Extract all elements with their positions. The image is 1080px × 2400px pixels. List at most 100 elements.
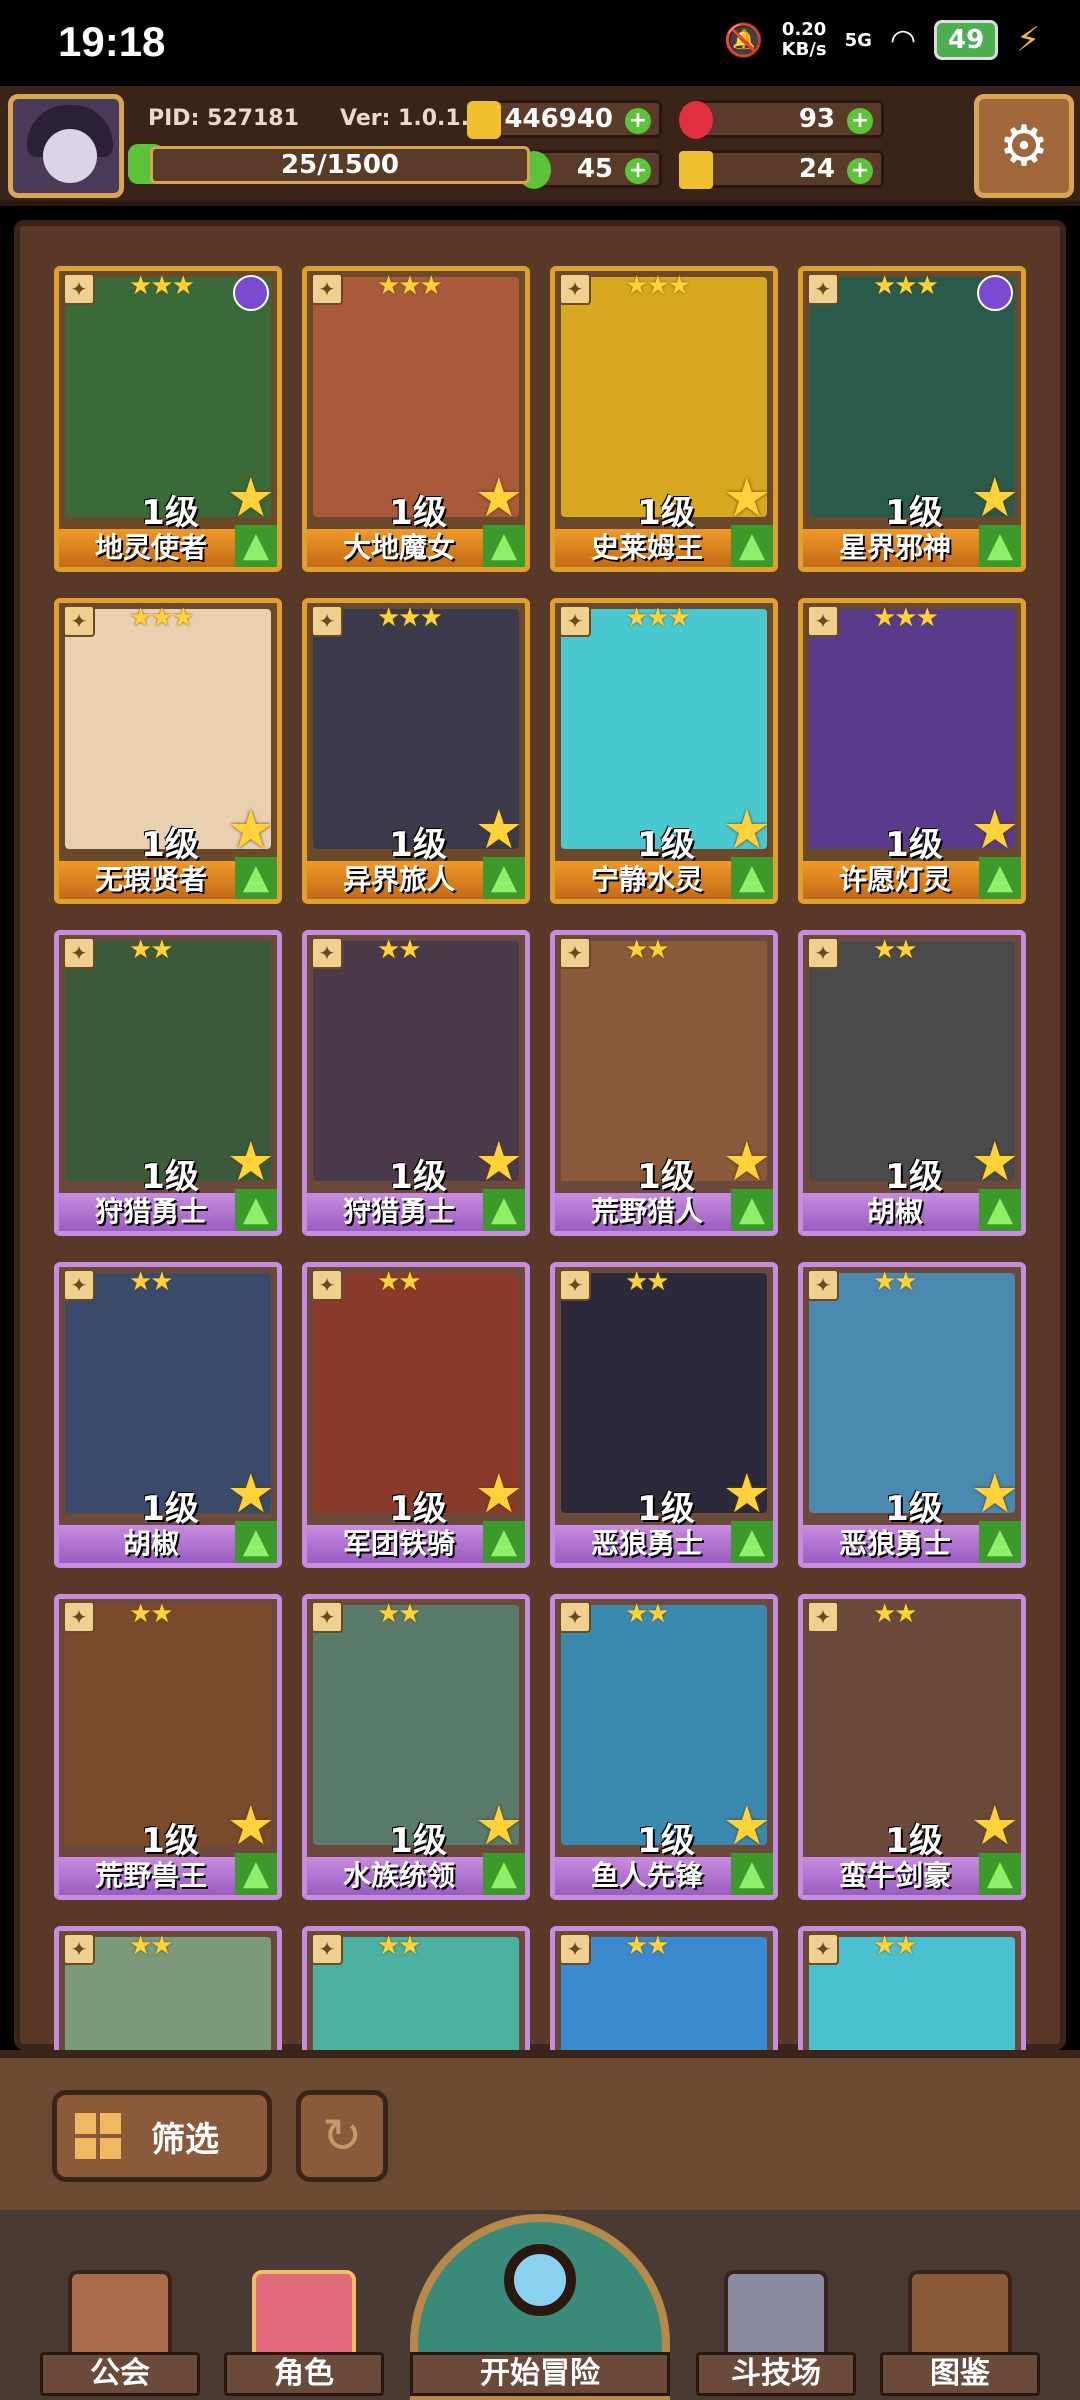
star-upgrade-icon[interactable]: ★ bbox=[227, 803, 275, 857]
nav-codex[interactable]: 图鉴 bbox=[880, 2250, 1040, 2400]
key-counter[interactable]: 24 + bbox=[679, 150, 884, 189]
character-card[interactable]: ✦ ★★★ 1级 星界邪神 ★ ▲ bbox=[798, 266, 1026, 572]
character-card[interactable]: ✦ ★★ 1级 恶狼勇士 ★ ▲ bbox=[798, 1262, 1026, 1568]
star-upgrade-icon[interactable]: ★ bbox=[475, 1467, 523, 1521]
class-icon: ✦ bbox=[807, 1601, 839, 1633]
star-upgrade-icon[interactable]: ★ bbox=[971, 1135, 1019, 1189]
character-card[interactable]: ✦ ★★ 1级 狩猎勇士 ★ ▲ bbox=[302, 930, 530, 1236]
level-up-icon[interactable]: ▲ bbox=[979, 1189, 1021, 1231]
class-icon: ✦ bbox=[807, 273, 839, 305]
level-up-icon[interactable]: ▲ bbox=[731, 1853, 773, 1895]
character-card[interactable]: ✦ ★★ 1级 胡椒 ★ ▲ bbox=[54, 1262, 282, 1568]
rarity-stars: ★★★ bbox=[625, 603, 691, 633]
level-up-icon[interactable]: ▲ bbox=[483, 525, 525, 567]
character-card[interactable]: ✦ ★★ 1级 狩猎勇士 ★ ▲ bbox=[54, 930, 282, 1236]
player-avatar[interactable] bbox=[8, 94, 124, 198]
start-adventure-label: 开始冒险 bbox=[410, 2352, 670, 2396]
character-name: 鱼人先锋 bbox=[555, 1857, 739, 1895]
level-up-icon[interactable]: ▲ bbox=[235, 1853, 277, 1895]
level-up-icon[interactable]: ▲ bbox=[235, 1521, 277, 1563]
character-card[interactable]: ✦ ★★★ 1级 史莱姆王 ★ ▲ bbox=[550, 266, 778, 572]
class-icon: ✦ bbox=[559, 605, 591, 637]
filter-button[interactable]: 筛选 bbox=[52, 2090, 272, 2182]
network-speed: 0.20 KB/s bbox=[782, 20, 827, 60]
character-card[interactable]: ✦ ★★ 1级 军团铁骑 ★ ▲ bbox=[302, 1262, 530, 1568]
character-name: 恶狼勇士 bbox=[555, 1525, 739, 1563]
star-upgrade-icon[interactable]: ★ bbox=[971, 1799, 1019, 1853]
character-card[interactable]: ✦ ★★★ 1级 宁静水灵 ★ ▲ bbox=[550, 598, 778, 904]
character-card[interactable]: ✦★★★▲ bbox=[54, 1926, 282, 2050]
level-up-icon[interactable]: ▲ bbox=[483, 1189, 525, 1231]
clover-counter[interactable]: 45 + bbox=[517, 150, 662, 189]
star-upgrade-icon[interactable]: ★ bbox=[475, 1135, 523, 1189]
rarity-stars: ★★ bbox=[625, 1267, 670, 1297]
star-upgrade-icon[interactable]: ★ bbox=[227, 471, 275, 525]
character-card[interactable]: ✦ ★★★ 1级 大地魔女 ★ ▲ bbox=[302, 266, 530, 572]
player-id: PID: 527181 bbox=[148, 106, 299, 131]
level-up-icon[interactable]: ▲ bbox=[731, 857, 773, 899]
star-upgrade-icon[interactable]: ★ bbox=[723, 1135, 771, 1189]
level-up-icon[interactable]: ▲ bbox=[483, 1521, 525, 1563]
star-upgrade-icon[interactable]: ★ bbox=[227, 1467, 275, 1521]
level-up-icon[interactable]: ▲ bbox=[979, 1521, 1021, 1563]
settings-button[interactable]: ⚙ bbox=[974, 94, 1074, 198]
start-adventure-button[interactable]: 开始冒险 bbox=[410, 2214, 670, 2400]
character-card[interactable]: ✦ ★★ 1级 胡椒 ★ ▲ bbox=[798, 930, 1026, 1236]
star-upgrade-icon[interactable]: ★ bbox=[723, 1467, 771, 1521]
level-up-icon[interactable]: ▲ bbox=[483, 1853, 525, 1895]
level-up-icon[interactable]: ▲ bbox=[235, 525, 277, 567]
character-card[interactable]: ✦★★★▲ bbox=[302, 1926, 530, 2050]
character-card[interactable]: ✦ ★★★ 1级 无瑕贤者 ★ ▲ bbox=[54, 598, 282, 904]
character-card[interactable]: ✦★★★▲ bbox=[798, 1926, 1026, 2050]
add-gems-button[interactable]: + bbox=[847, 108, 873, 134]
refresh-button[interactable]: ↻ bbox=[296, 2090, 388, 2182]
nav-character[interactable]: 角色 bbox=[224, 2250, 384, 2400]
star-upgrade-icon[interactable]: ★ bbox=[971, 1467, 1019, 1521]
level-up-icon[interactable]: ▲ bbox=[731, 1521, 773, 1563]
character-name: 水族统领 bbox=[307, 1857, 491, 1895]
level-up-icon[interactable]: ▲ bbox=[979, 525, 1021, 567]
gem-counter[interactable]: 93 + bbox=[679, 100, 884, 139]
character-card[interactable]: ✦ ★★ 1级 蛮牛剑豪 ★ ▲ bbox=[798, 1594, 1026, 1900]
add-clovers-button[interactable]: + bbox=[625, 158, 651, 184]
star-upgrade-icon[interactable]: ★ bbox=[227, 1799, 275, 1853]
star-upgrade-icon[interactable]: ★ bbox=[475, 803, 523, 857]
character-card[interactable]: ✦ ★★ 1级 恶狼勇士 ★ ▲ bbox=[550, 1262, 778, 1568]
nav-guild[interactable]: 公会 bbox=[40, 2250, 200, 2400]
level-up-icon[interactable]: ▲ bbox=[235, 1189, 277, 1231]
star-upgrade-icon[interactable]: ★ bbox=[475, 1799, 523, 1853]
add-coins-button[interactable]: + bbox=[625, 108, 651, 134]
star-upgrade-icon[interactable]: ★ bbox=[971, 471, 1019, 525]
character-card[interactable]: ✦ ★★★ 1级 异界旅人 ★ ▲ bbox=[302, 598, 530, 904]
character-card[interactable]: ✦ ★★ 1级 荒野猎人 ★ ▲ bbox=[550, 930, 778, 1236]
level-up-icon[interactable]: ▲ bbox=[483, 857, 525, 899]
character-card[interactable]: ✦ ★★ 1级 鱼人先锋 ★ ▲ bbox=[550, 1594, 778, 1900]
character-card[interactable]: ✦★★★▲ bbox=[550, 1926, 778, 2050]
star-upgrade-icon[interactable]: ★ bbox=[475, 471, 523, 525]
star-upgrade-icon[interactable]: ★ bbox=[723, 471, 771, 525]
level-up-icon[interactable]: ▲ bbox=[979, 857, 1021, 899]
status-icons: 🔕 0.20 KB/s 5G ◠ 49 ⚡ bbox=[724, 20, 1040, 60]
level-up-icon[interactable]: ▲ bbox=[235, 857, 277, 899]
network-type: 5G bbox=[844, 29, 872, 51]
character-card[interactable]: ✦ ★★ 1级 荒野兽王 ★ ▲ bbox=[54, 1594, 282, 1900]
star-upgrade-icon[interactable]: ★ bbox=[723, 1799, 771, 1853]
star-upgrade-icon[interactable]: ★ bbox=[971, 803, 1019, 857]
character-name: 军团铁骑 bbox=[307, 1525, 491, 1563]
level-up-icon[interactable]: ▲ bbox=[731, 1189, 773, 1231]
nav-arena[interactable]: 斗技场 bbox=[696, 2250, 856, 2400]
class-icon: ✦ bbox=[63, 273, 95, 305]
star-upgrade-icon[interactable]: ★ bbox=[227, 1135, 275, 1189]
coin-counter[interactable]: 446940 + bbox=[467, 100, 662, 139]
level-up-icon[interactable]: ▲ bbox=[979, 1853, 1021, 1895]
nav-character-label: 角色 bbox=[224, 2352, 384, 2396]
character-card[interactable]: ✦ ★★★ 1级 地灵使者 ★ ▲ bbox=[54, 266, 282, 572]
class-icon: ✦ bbox=[311, 273, 343, 305]
level-up-icon[interactable]: ▲ bbox=[731, 525, 773, 567]
add-keys-button[interactable]: + bbox=[847, 158, 873, 184]
star-upgrade-icon[interactable]: ★ bbox=[723, 803, 771, 857]
character-card[interactable]: ✦ ★★ 1级 水族统领 ★ ▲ bbox=[302, 1594, 530, 1900]
character-card[interactable]: ✦ ★★★ 1级 许愿灯灵 ★ ▲ bbox=[798, 598, 1026, 904]
character-grid[interactable]: ✦ ★★★ 1级 地灵使者 ★ ▲ ✦ ★★★ 1级 大地魔女 ★ ▲ ✦ ★★★ 1级 史莱姆王 ★ ▲ ✦ ★★★… bbox=[36, 264, 1044, 2050]
rarity-stars: ★★ bbox=[625, 1931, 670, 1961]
